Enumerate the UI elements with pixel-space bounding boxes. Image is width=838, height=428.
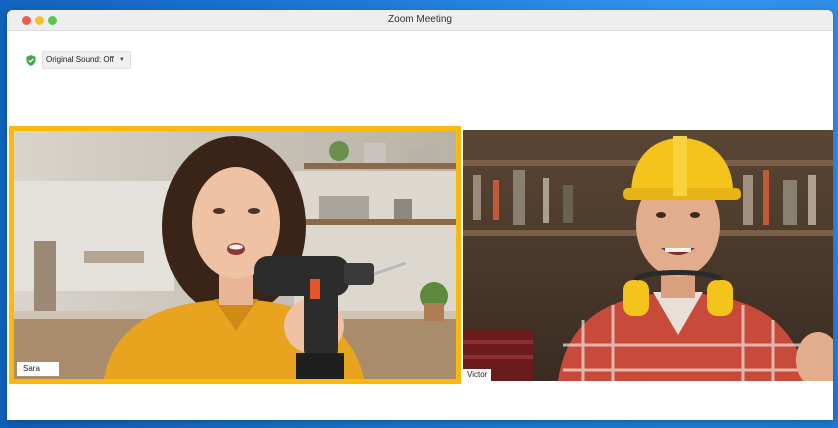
video-tile-sara[interactable]: Sara [9,126,461,384]
window-title: Zoom Meeting [388,14,452,25]
original-sound-label: Original Sound: Off [46,55,114,64]
video-tile-victor[interactable]: Victor [463,130,833,381]
chevron-down-icon: ▼ [118,57,125,63]
original-sound-button[interactable]: Original Sound: Off ▼ [42,51,131,69]
participant-name-sara: Sara [17,362,59,376]
shield-check-icon [26,54,36,66]
original-sound-control: Original Sound: Off ▼ [26,51,131,69]
title-bar: Zoom Meeting [7,10,833,31]
zoom-meeting-window: Zoom Meeting Original Sound: Off ▼ Sara … [7,10,833,420]
participant-name-victor: Victor [463,369,492,381]
